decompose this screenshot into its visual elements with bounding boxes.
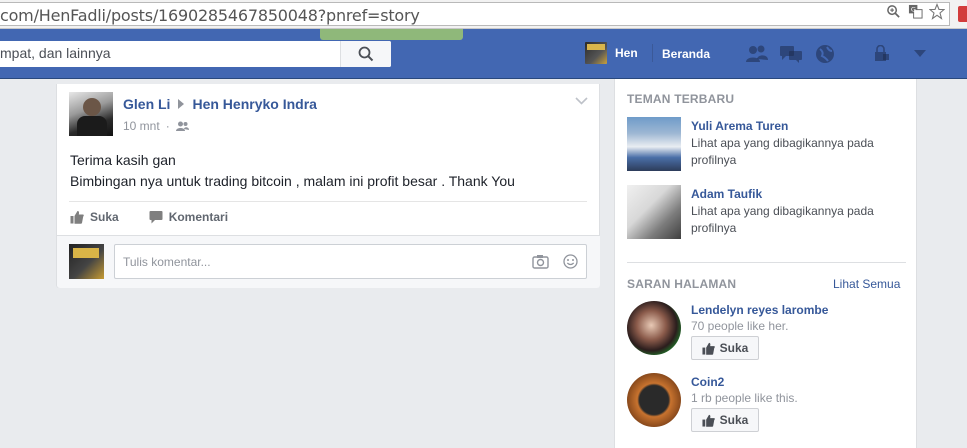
post-timestamp[interactable]: 10 mnt — [123, 119, 160, 133]
address-icons: G — [885, 2, 945, 20]
camera-icon[interactable] — [532, 254, 549, 269]
post-divider — [69, 201, 587, 202]
author-avatar[interactable] — [69, 92, 113, 136]
comment-tools — [532, 254, 578, 269]
post-target-link[interactable]: Hen Henryko Indra — [192, 96, 316, 112]
post-body-line: Bimbingan nya untuk trading bitcoin , ma… — [70, 173, 515, 189]
page-like-label: Suka — [719, 341, 749, 355]
like-label: Suka — [90, 210, 119, 224]
avatar — [69, 244, 104, 279]
avatar — [585, 42, 607, 64]
page-photo[interactable] — [627, 373, 681, 427]
zoom-icon[interactable] — [885, 3, 901, 19]
translate-icon[interactable]: G — [907, 3, 923, 19]
comment-icon — [149, 211, 163, 224]
post-actions: Suka Komentari — [70, 210, 228, 224]
nav-divider — [652, 44, 653, 62]
page-like-button[interactable]: Suka — [691, 336, 759, 360]
post-header: Glen Li Hen Henryko Indra — [123, 96, 317, 112]
top-navbar: mpat, dan lainnya Hen Beranda — [0, 29, 967, 79]
post-body-line: Terima kasih gan — [70, 152, 176, 168]
profile-link[interactable]: Hen — [585, 42, 638, 64]
comment-input[interactable]: Tulis komentar... — [114, 244, 587, 279]
search-button[interactable] — [340, 41, 391, 67]
notification-strip — [320, 29, 463, 40]
meta-dot: · — [165, 119, 170, 133]
page-likes-count: 1 rb people like this. — [691, 391, 798, 405]
emoji-icon[interactable] — [563, 254, 578, 269]
messages-icon[interactable] — [779, 43, 803, 65]
comment-placeholder: Tulis komentar... — [123, 255, 211, 269]
extension-icon[interactable] — [958, 6, 967, 22]
home-link[interactable]: Beranda — [662, 47, 710, 61]
thumbs-up-icon — [702, 414, 715, 427]
privacy-lock-icon[interactable] — [870, 43, 894, 65]
page-photo[interactable] — [627, 301, 681, 355]
friend-name-link[interactable]: Adam Taufik — [691, 187, 762, 201]
address-url: com/HenFadli/posts/1690285467850048?pnre… — [0, 6, 420, 25]
page-like-button[interactable]: Suka — [691, 408, 759, 432]
search-text: mpat, dan lainnya — [0, 45, 111, 61]
friend-photo[interactable] — [627, 185, 681, 239]
arrow-right-icon — [178, 99, 185, 109]
svg-text:G: G — [910, 5, 915, 13]
friends-audience-icon[interactable] — [175, 121, 189, 132]
page-name-link[interactable]: Lendelyn reyes larombe — [691, 303, 828, 317]
friend-photo[interactable] — [627, 117, 681, 171]
page-like-label: Suka — [719, 413, 749, 427]
address-bar[interactable]: com/HenFadli/posts/1690285467850048?pnre… — [0, 2, 950, 26]
comment-label: Komentari — [168, 210, 229, 224]
new-friends-title: TEMAN TERBARU — [627, 92, 735, 106]
page-name-link[interactable]: Coin2 — [691, 375, 724, 389]
page-likes-count: 70 people like her. — [691, 319, 789, 333]
see-all-link[interactable]: Lihat Semua — [833, 277, 900, 291]
comment-composer: Tulis komentar... — [57, 235, 600, 288]
post-author-link[interactable]: Glen Li — [123, 96, 170, 112]
post-card: Glen Li Hen Henryko Indra 10 mnt · Terim… — [56, 84, 600, 288]
nav-settings — [870, 43, 932, 65]
friend-name-link[interactable]: Yuli Arema Turen — [691, 119, 788, 133]
post-body: Terima kasih gan Bimbingan nya untuk tra… — [70, 150, 515, 192]
globe-icon[interactable] — [813, 43, 837, 65]
sidebar-divider — [627, 262, 906, 263]
bookmark-star-icon[interactable] — [929, 2, 945, 20]
search-icon — [358, 46, 374, 62]
friend-subtitle-link[interactable]: Lihat apa yang dibagikannya pada profiln… — [691, 135, 901, 169]
nav-notifications — [745, 43, 837, 65]
friend-subtitle-link[interactable]: Lihat apa yang dibagikannya pada profiln… — [691, 203, 901, 237]
account-menu-chevron-icon[interactable] — [908, 43, 932, 65]
profile-name: Hen — [615, 46, 638, 60]
friend-requests-icon[interactable] — [745, 43, 769, 65]
like-button[interactable]: Suka — [70, 210, 119, 224]
browser-toolbar: com/HenFadli/posts/1690285467850048?pnre… — [0, 0, 967, 29]
right-sidebar: TEMAN TERBARU Yuli Arema Turen Lihat apa… — [614, 79, 917, 448]
comment-button[interactable]: Komentari — [149, 210, 228, 224]
suggested-pages-title: SARAN HALAMAN — [627, 277, 737, 291]
search-input[interactable]: mpat, dan lainnya — [0, 41, 391, 67]
thumbs-up-icon — [70, 211, 84, 224]
thumbs-up-icon — [702, 342, 715, 355]
post-meta: 10 mnt · — [123, 119, 189, 133]
post-options-chevron-icon[interactable] — [575, 94, 588, 108]
